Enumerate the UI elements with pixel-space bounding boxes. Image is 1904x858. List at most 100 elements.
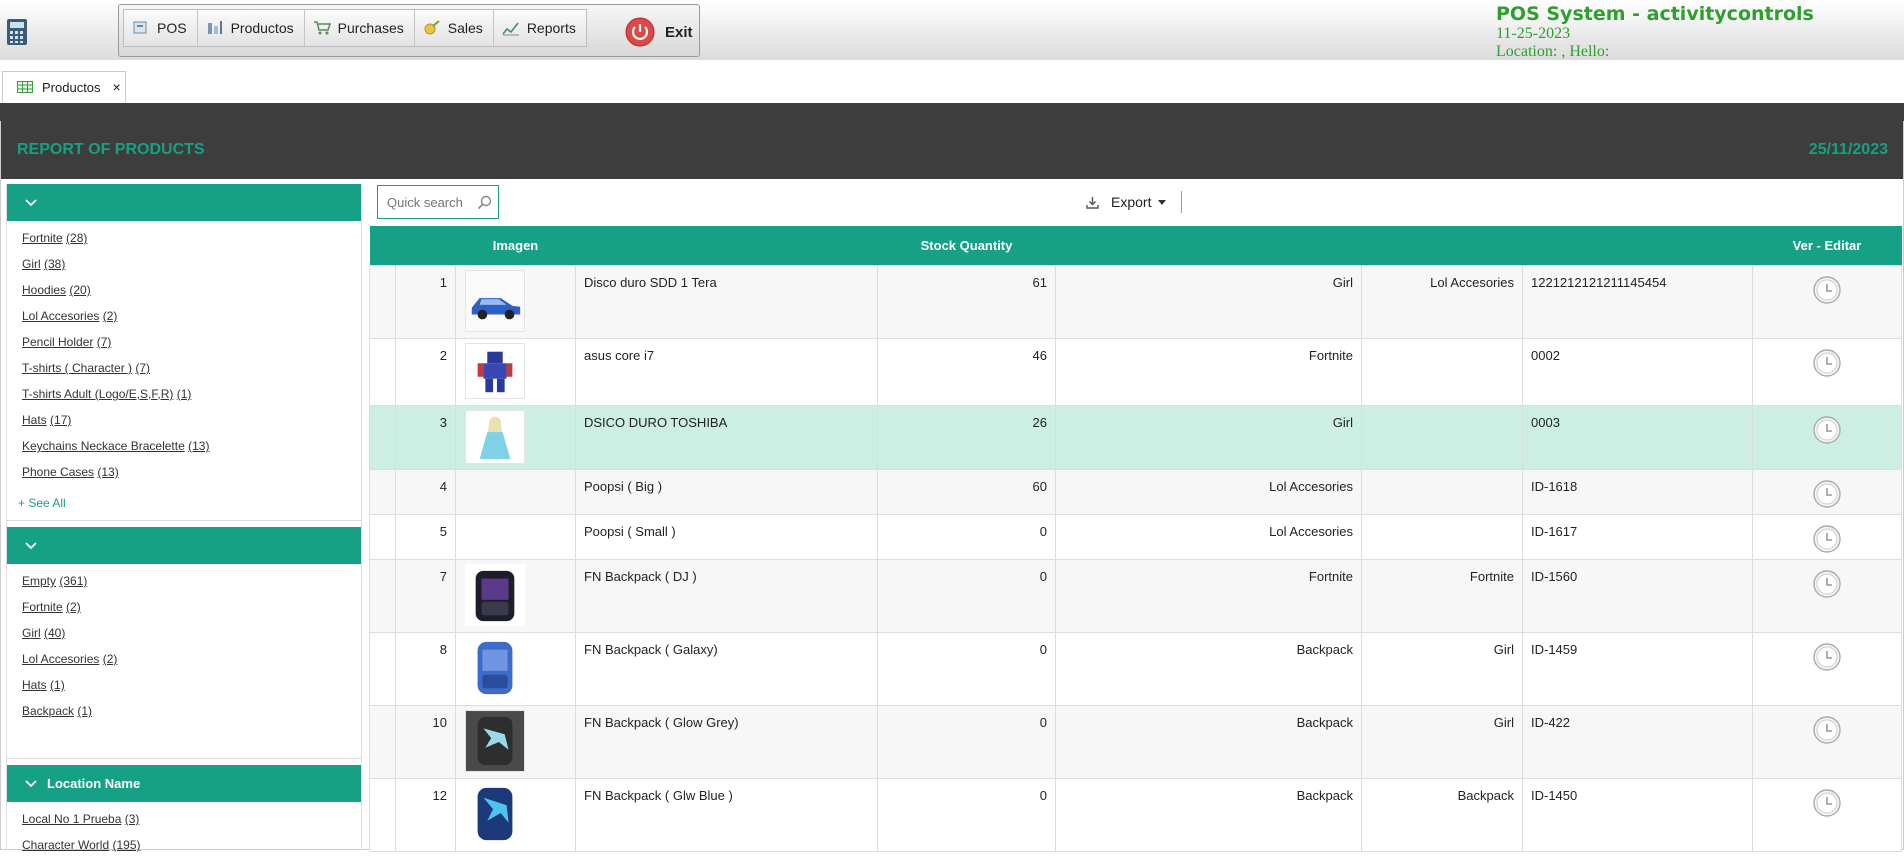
row-select-cell[interactable] — [369, 337, 396, 406]
search-icon[interactable] — [477, 195, 492, 210]
facet-item[interactable]: Lol Accesories (2) — [22, 646, 361, 672]
facet-item-count: (361) — [59, 574, 88, 588]
product-image[interactable] — [465, 269, 525, 332]
row-select-cell[interactable] — [369, 513, 396, 560]
table-row[interactable]: 7 FN Backpack ( DJ ) 0 Fortnite Fortnite ID-1… — [369, 558, 1902, 633]
facet-header-subcategory[interactable] — [7, 527, 361, 564]
product-image[interactable] — [465, 709, 525, 772]
facet-item-label[interactable]: Hats — [22, 413, 47, 427]
export-button[interactable]: Export — [1086, 191, 1167, 213]
facet-item[interactable]: Local No 1 Prueba (3) — [22, 806, 361, 832]
column-header[interactable] — [1361, 226, 1523, 265]
calculator-icon[interactable] — [6, 18, 28, 46]
table-row[interactable]: 5 Poopsi ( Small ) 0 Lol Accesories ID-1617 — [369, 513, 1902, 560]
product-image[interactable] — [465, 782, 525, 845]
table-row[interactable]: 12 FN Backpack ( Glw Blue ) 0 Backpack Backp… — [369, 777, 1902, 852]
facet-item[interactable]: Keychains Neckace Bracelette (13) — [22, 433, 361, 459]
menu-item-purchases[interactable]: Purchases — [305, 10, 415, 46]
toolbar-separator — [1181, 191, 1182, 213]
facet-item-label[interactable]: Phone Cases — [22, 465, 94, 479]
menu-item-productos[interactable]: Productos — [198, 10, 305, 46]
table-row[interactable]: 2 asus core i7 46 Fortnite 0002 — [369, 337, 1902, 406]
table-row[interactable]: 1 Disco duro SDD 1 Tera 61 Girl Lol Accesori… — [369, 264, 1902, 339]
edit-icon[interactable] — [1811, 347, 1843, 379]
column-header-actions[interactable]: Ver - Editar — [1752, 226, 1902, 265]
facet-item[interactable]: Empty (361) — [22, 568, 361, 594]
product-image[interactable] — [465, 563, 525, 626]
facet-item[interactable]: Hoodies (20) — [22, 277, 361, 303]
facet-item[interactable]: T-shirts Adult (Logo/E,S,F,R) (1) — [22, 381, 361, 407]
menu-item-pos[interactable]: POS — [124, 10, 198, 46]
row-select-cell[interactable] — [369, 777, 396, 852]
edit-icon[interactable] — [1811, 274, 1843, 306]
row-select-cell[interactable] — [369, 404, 396, 470]
column-header[interactable] — [395, 226, 456, 265]
facet-item-label[interactable]: Backpack — [22, 704, 74, 718]
menu-item-reports[interactable]: Reports — [494, 10, 586, 46]
menu-item-sales[interactable]: Sales — [415, 10, 494, 46]
row-select-cell[interactable] — [369, 264, 396, 339]
edit-icon[interactable] — [1811, 714, 1843, 746]
row-select-cell[interactable] — [369, 468, 396, 515]
search-input[interactable] — [379, 187, 475, 217]
product-image[interactable] — [465, 636, 525, 699]
tab-productos[interactable]: Productos × — [2, 71, 126, 102]
exit-button[interactable]: Exit — [615, 9, 693, 55]
facet-item[interactable]: T-shirts ( Character ) (7) — [22, 355, 361, 381]
product-image[interactable] — [465, 342, 525, 399]
facet-item[interactable]: Lol Accesories (2) — [22, 303, 361, 329]
caret-down-icon — [1158, 199, 1167, 205]
facet-item[interactable]: Backpack (1) — [22, 698, 361, 724]
row-select-cell[interactable] — [369, 704, 396, 779]
image-cell — [455, 337, 576, 406]
column-header[interactable] — [575, 226, 878, 265]
edit-icon[interactable] — [1811, 523, 1843, 555]
facet-item[interactable]: Phone Cases (13) — [22, 459, 361, 485]
chevron-down-icon — [25, 541, 37, 549]
edit-icon[interactable] — [1811, 414, 1843, 446]
facet-item-label[interactable]: Hats — [22, 678, 47, 692]
facet-item-label[interactable]: Girl — [22, 257, 41, 271]
facet-item-label[interactable]: Pencil Holder — [22, 335, 93, 349]
facet-item[interactable]: Girl (38) — [22, 251, 361, 277]
facet-item-label[interactable]: Fortnite — [22, 231, 63, 245]
facet-item-label[interactable]: Fortnite — [22, 600, 63, 614]
facet-item-label[interactable]: Lol Accesories — [22, 309, 99, 323]
facet-item[interactable]: Hats (17) — [22, 407, 361, 433]
facet-item-label[interactable]: Local No 1 Prueba — [22, 812, 121, 826]
product-image[interactable] — [465, 409, 525, 464]
column-header-stock[interactable]: Stock Quantity — [877, 226, 1056, 265]
facet-item[interactable]: Girl (40) — [22, 620, 361, 646]
column-header[interactable] — [369, 226, 396, 265]
row-select-cell[interactable] — [369, 631, 396, 706]
close-icon[interactable]: × — [113, 79, 121, 95]
facet-header-category[interactable] — [7, 184, 361, 221]
table-row[interactable]: 8 FN Backpack ( Galaxy) 0 Backpack Girl ID-14… — [369, 631, 1902, 706]
edit-icon[interactable] — [1811, 568, 1843, 600]
brand-info: POS System - activitycontrols 11-25-2023… — [1496, 3, 1814, 61]
facet-item[interactable]: Fortnite (28) — [22, 225, 361, 251]
table-row[interactable]: 10 FN Backpack ( Glow Grey) 0 Backpack Girl I… — [369, 704, 1902, 779]
facet-item[interactable]: Hats (1) — [22, 672, 361, 698]
table-row[interactable]: 3 DSICO DURO TOSHIBA 26 Girl 0003 — [369, 404, 1902, 470]
facet-item-label[interactable]: Lol Accesories — [22, 652, 99, 666]
facet-item[interactable]: Pencil Holder (7) — [22, 329, 361, 355]
table-row[interactable]: 4 Poopsi ( Big ) 60 Lol Accesories ID-1618 — [369, 468, 1902, 515]
see-all-link[interactable]: + See All — [7, 489, 361, 517]
column-header[interactable] — [1055, 226, 1362, 265]
facet-item-label[interactable]: T-shirts Adult (Logo/E,S,F,R) — [22, 387, 173, 401]
facet-item-label[interactable]: Hoodies — [22, 283, 66, 297]
facet-item-label[interactable]: Empty — [22, 574, 56, 588]
edit-icon[interactable] — [1811, 641, 1843, 673]
edit-icon[interactable] — [1811, 478, 1843, 510]
facet-header-location[interactable]: Location Name — [7, 765, 361, 802]
facet-item[interactable]: Character World (195) — [22, 832, 361, 858]
edit-icon[interactable] — [1811, 787, 1843, 819]
column-header[interactable] — [1522, 226, 1753, 265]
facet-item-label[interactable]: Keychains Neckace Bracelette — [22, 439, 185, 453]
column-header-image[interactable]: Imagen — [455, 226, 576, 265]
row-select-cell[interactable] — [369, 558, 396, 633]
facet-item-label[interactable]: Girl — [22, 626, 41, 640]
facet-item[interactable]: Fortnite (2) — [22, 594, 361, 620]
facet-item-label[interactable]: T-shirts ( Character ) — [22, 361, 132, 375]
